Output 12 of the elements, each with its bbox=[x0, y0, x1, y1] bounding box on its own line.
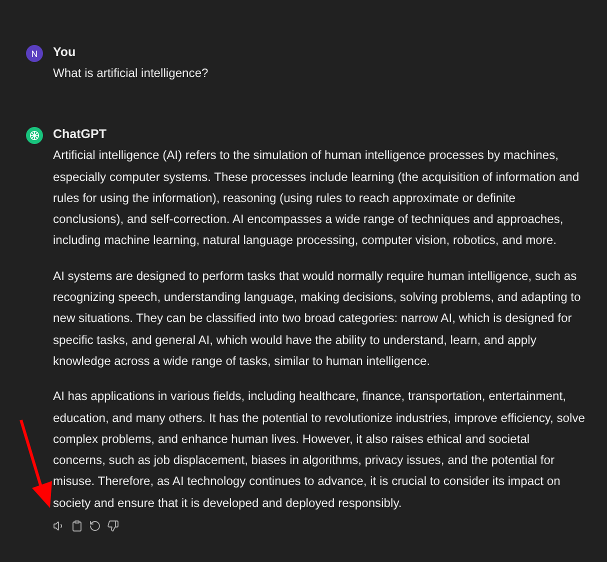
thumbs-down-icon[interactable] bbox=[107, 520, 119, 532]
response-paragraph: AI has applications in various fields, including healthcare, finance, transportation, entertainment, education, and many others. It has the potential to revolutionize industries, improve efficiency, solve complex problems, and enhance human lives. However, it also raises ethical and societal concerns, such as job displacement, biases in algorithms, privacy issues, and the potential for misuse. Therefore, as AI technology continues to advance, it is crucial to consider its impact on society and ensure that it is developed and deployed responsibly. bbox=[53, 388, 585, 512]
user-avatar: N bbox=[26, 45, 43, 62]
user-message: What is artificial intelligence? bbox=[53, 65, 210, 82]
clipboard-icon[interactable] bbox=[71, 520, 83, 532]
response-paragraph: Artificial intelligence (AI) refers to the simulation of human intelligence processes by machines, especially computer systems. These processes include learning (the acquisition of information and rules for using the information), reasoning (using rules to reach approximate or definite conclusions), and self-correction. AI encompasses a wide range of techniques and approaches, including machine learning, natural language processing, computer vision, robotics, and more. bbox=[53, 147, 580, 250]
speaker-icon[interactable] bbox=[53, 520, 65, 532]
response-paragraph: AI systems are designed to perform tasks that would normally require human intelligence, such as recognizing speech, understanding language, making decisions, solving problems, and adapting to new situations. They can be classified into two broad categories: narrow AI, which is designed for specific tasks, and general AI, which would have the ability to understand, learn, and apply knowledge across a wide range of tasks, similar to human intelligence. bbox=[53, 268, 582, 370]
regenerate-icon[interactable] bbox=[89, 520, 101, 532]
author-name: ChatGPT bbox=[53, 126, 108, 144]
author-name: You bbox=[53, 44, 77, 61]
logo-icon bbox=[29, 130, 40, 142]
